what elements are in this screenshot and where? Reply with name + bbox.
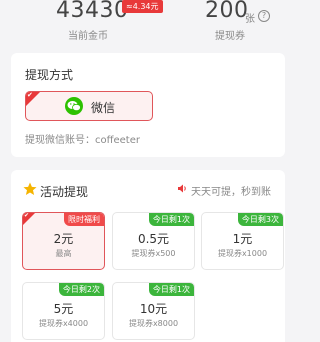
- coin-value-badge: ≈4.34元: [122, 0, 163, 13]
- wechat-account-line: 提现微信账号：coffeeter: [25, 135, 140, 146]
- ticket-label: 提现券: [215, 31, 245, 42]
- withdraw-method-card: 提现方式 ✔ 微信 提现微信账号：coffeeter: [11, 53, 285, 157]
- tile-tag: 今日剩1次: [148, 283, 194, 296]
- activity-title: 活动提现: [40, 185, 89, 199]
- help-icon[interactable]: ?: [258, 10, 270, 22]
- withdraw-option-5yuan[interactable]: 今日剩2次 5元 提现券x4000: [22, 282, 105, 340]
- tile-subtext: 提现券x8000: [128, 319, 179, 328]
- wechat-icon: [65, 97, 83, 115]
- speaker-icon: [178, 184, 186, 193]
- tile-amount: 5元: [53, 302, 74, 316]
- tile-tag: 今日剩2次: [58, 283, 104, 296]
- withdraw-option-1yuan[interactable]: 今日剩3次 1元 提现券x1000: [201, 212, 284, 270]
- coin-balance-label: 当前金币: [68, 31, 108, 42]
- wechat-option-label: 微信: [91, 101, 116, 115]
- check-icon: ✔: [24, 212, 30, 219]
- withdraw-method-title: 提现方式: [25, 68, 74, 82]
- check-icon: ✔: [27, 91, 33, 99]
- tile-tag: 今日剩1次: [148, 213, 194, 226]
- tile-amount: 10元: [139, 302, 168, 316]
- withdraw-option-2yuan[interactable]: ✔ 限时福利 2元 最高: [22, 212, 105, 270]
- tile-subtext: 提现券x4000: [38, 319, 89, 328]
- tile-amount: 2元: [53, 232, 74, 246]
- stats-header: 43430 ≈4.34元 当前金币 200 张 ? 提现券: [0, 0, 296, 44]
- tile-subtext: 最高: [55, 249, 72, 258]
- activity-note: 天天可提，秒到账: [191, 187, 271, 198]
- tile-tag: 限时福利: [64, 213, 104, 226]
- tile-amount: 0.5元: [137, 232, 170, 246]
- activity-withdraw-card: 活动提现 天天可提，秒到账 ✔ 限时福利 2元 最高 今日剩1次 0.5元 提现…: [11, 170, 285, 342]
- coin-balance: 43430: [56, 0, 129, 23]
- ticket-unit: 张: [245, 14, 255, 25]
- withdraw-option-10yuan[interactable]: 今日剩1次 10元 提现券x8000: [112, 282, 195, 340]
- ticket-count: 200: [205, 0, 249, 23]
- withdraw-option-0.5yuan[interactable]: 今日剩1次 0.5元 提现券x500: [112, 212, 195, 270]
- tile-amount: 1元: [232, 232, 253, 246]
- tile-subtext: 提现券x1000: [217, 249, 268, 258]
- wechat-option-button[interactable]: ✔ 微信: [25, 91, 153, 121]
- tile-tag: 今日剩3次: [237, 213, 283, 226]
- star-icon: [23, 182, 37, 195]
- tile-subtext: 提现券x500: [131, 249, 176, 258]
